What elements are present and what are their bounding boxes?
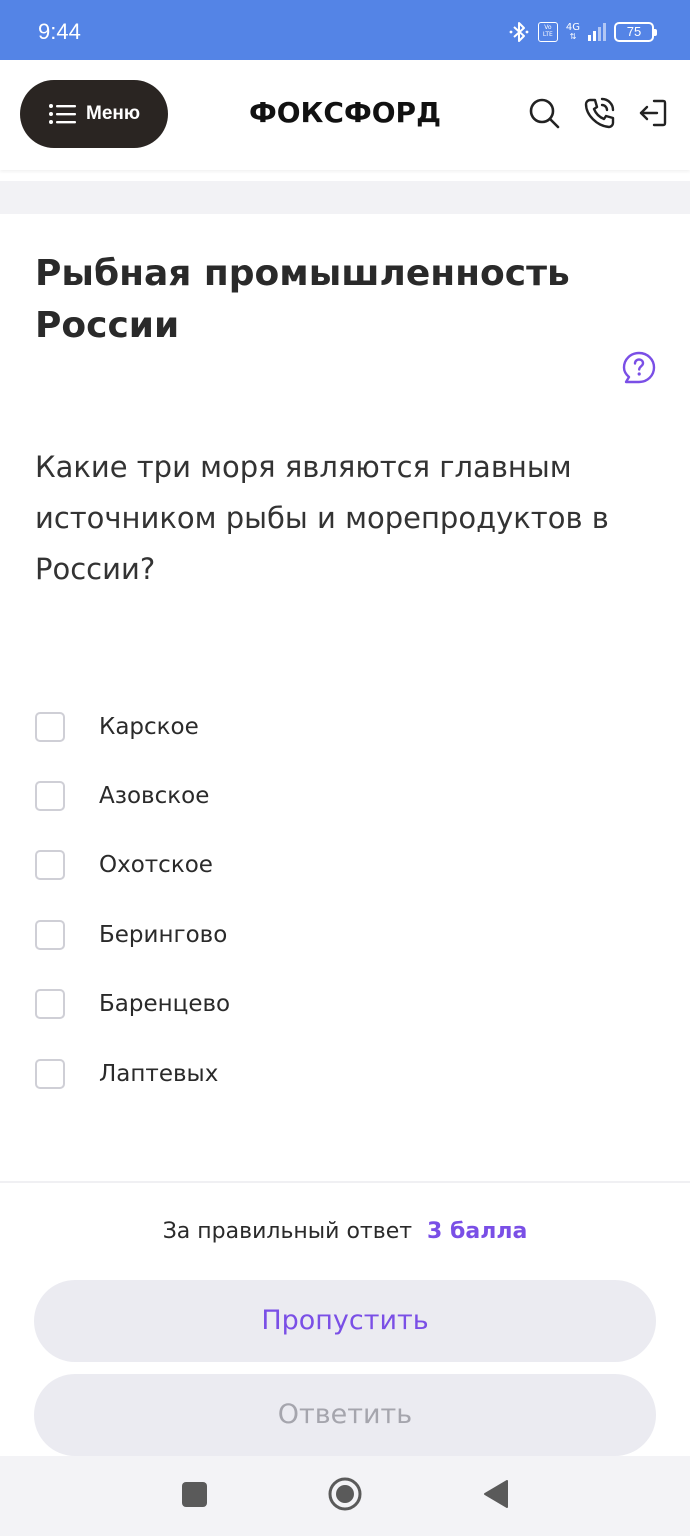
- search-icon[interactable]: [527, 96, 561, 130]
- checkbox[interactable]: [35, 1058, 65, 1089]
- app-header: Меню ФОКСФОРД: [0, 60, 690, 170]
- checkbox[interactable]: [35, 850, 65, 881]
- option-item[interactable]: Карское: [35, 692, 655, 761]
- option-label: Азовское: [99, 783, 210, 810]
- volte-top-label: Vo: [544, 24, 552, 31]
- option-item[interactable]: Лаптевых: [35, 1039, 655, 1108]
- volte-icon: Vo LTE: [537, 22, 558, 42]
- divider-strip: [0, 181, 690, 214]
- points-text: За правильный ответ: [162, 1219, 413, 1244]
- option-item[interactable]: Берингово: [35, 900, 655, 969]
- points-value: 3 балла: [427, 1219, 528, 1244]
- option-label: Охотское: [99, 852, 213, 879]
- option-label: Лаптевых: [99, 1060, 219, 1087]
- checkbox[interactable]: [35, 711, 65, 742]
- option-item[interactable]: Баренцево: [35, 970, 655, 1039]
- footer-divider: [0, 1181, 690, 1183]
- volte-bottom-label: LTE: [542, 31, 553, 38]
- checkbox[interactable]: [35, 919, 65, 950]
- question-text: Какие три моря являются главным источник…: [35, 450, 609, 586]
- status-time: 9:44: [38, 19, 81, 44]
- answer-options: Карское Азовское Охотское Берингово Баре…: [35, 692, 655, 1108]
- option-label: Берингово: [99, 921, 228, 948]
- back-icon[interactable]: [483, 1479, 509, 1509]
- points-info: За правильный ответ 3 балла: [0, 1219, 690, 1244]
- logout-icon[interactable]: [636, 96, 670, 130]
- battery-level: 75: [626, 24, 642, 39]
- recents-icon[interactable]: [182, 1482, 207, 1507]
- checkbox[interactable]: [35, 989, 65, 1020]
- skip-button[interactable]: Пропустить: [34, 1280, 656, 1362]
- data-arrows-icon: ⇅: [569, 32, 577, 41]
- status-bar: 9:44 Vo LTE 4G ⇅ 75: [0, 0, 690, 60]
- option-item[interactable]: Азовское: [35, 761, 655, 830]
- checkbox[interactable]: [35, 781, 65, 812]
- page-title: Рыбная промышленность России: [35, 253, 570, 346]
- network-indicator: 4G ⇅: [566, 23, 580, 41]
- signal-icon: [588, 23, 606, 41]
- bluetooth-icon: [509, 22, 529, 42]
- home-icon[interactable]: [327, 1476, 363, 1512]
- help-icon[interactable]: [621, 350, 657, 386]
- option-item[interactable]: Охотское: [35, 831, 655, 900]
- option-label: Карское: [99, 713, 199, 740]
- option-label: Баренцево: [99, 991, 231, 1018]
- answer-button[interactable]: Ответить: [34, 1374, 656, 1456]
- system-nav-bar: [0, 1456, 690, 1536]
- phone-icon[interactable]: [582, 96, 616, 130]
- status-icons: Vo LTE 4G ⇅ 75: [508, 18, 657, 46]
- battery-icon: 75: [614, 22, 657, 42]
